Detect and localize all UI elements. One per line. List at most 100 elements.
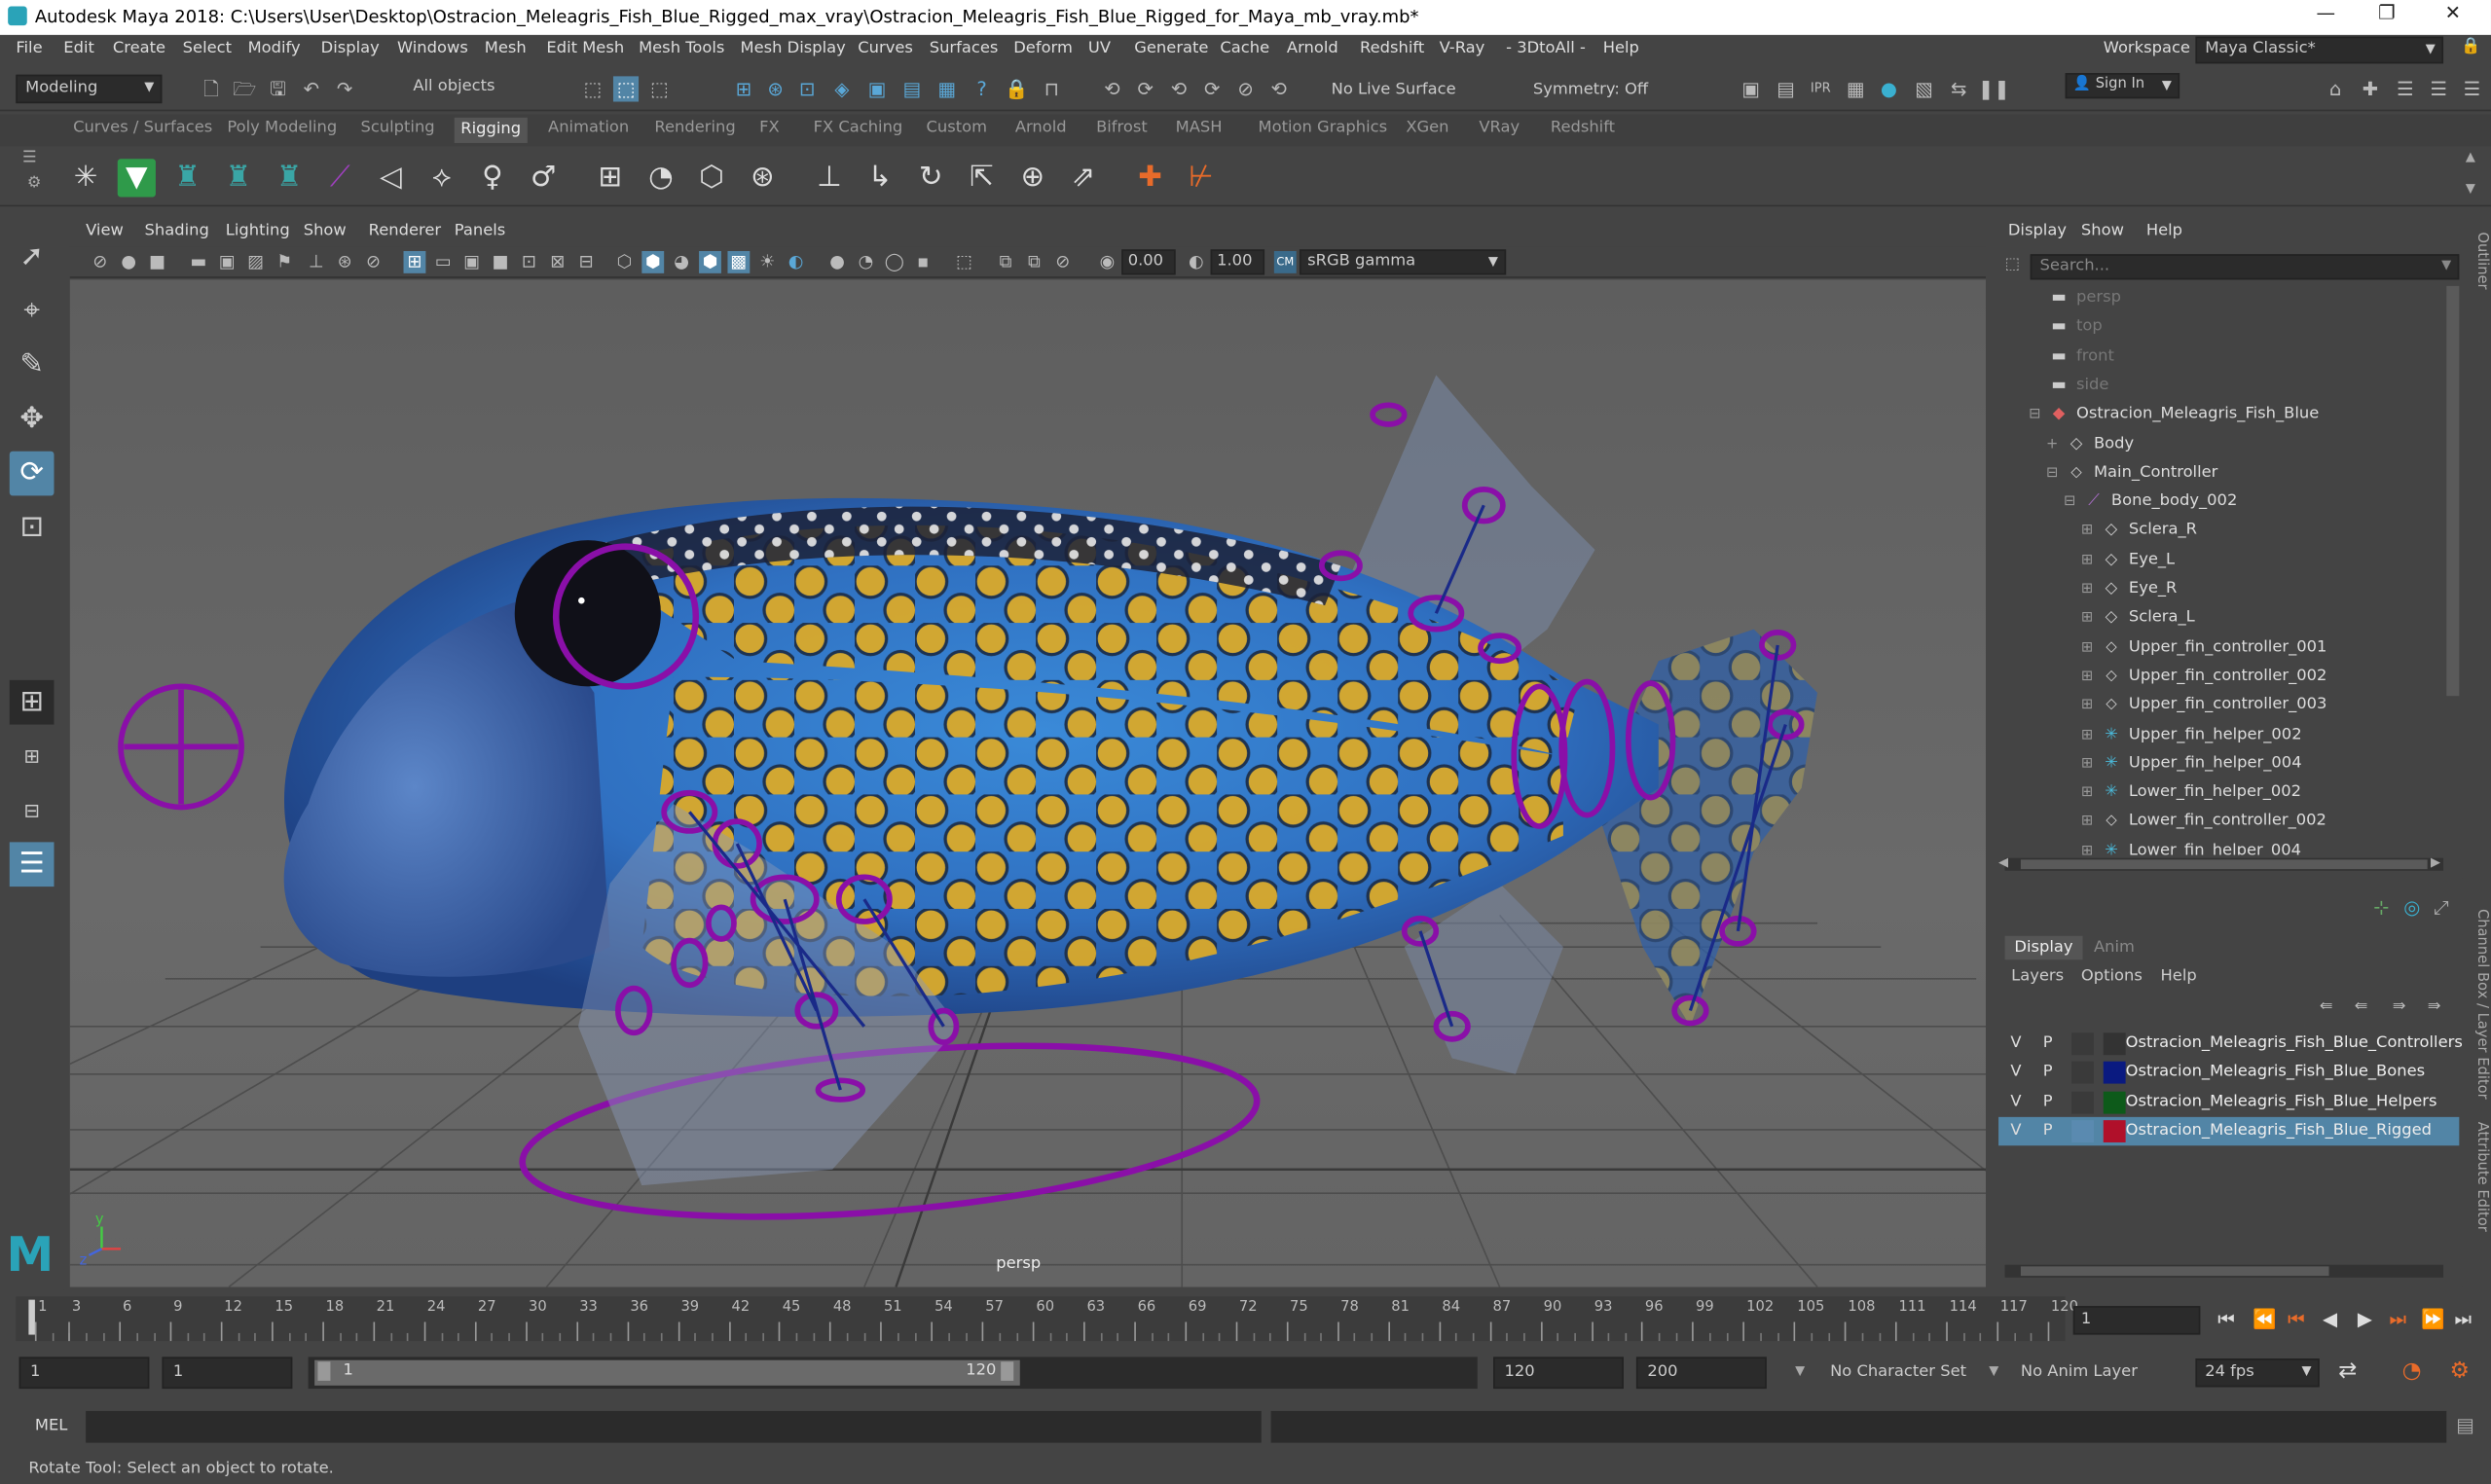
menu-select[interactable]: Select [183,40,232,57]
menu-surfaces[interactable]: Surfaces [930,40,999,57]
outliner-item[interactable]: ⊟ ⟋ Bone_body_002 [2064,492,2237,521]
ik-handle-icon[interactable]: ◁ [372,159,410,197]
redo-icon[interactable]: ↷ [332,76,357,101]
ipr-render-icon[interactable]: IPR [1808,76,1833,101]
expand-toggle-icon[interactable]: ⊞ [2081,814,2101,830]
gamma-icon[interactable]: ◐ [1185,251,1207,273]
play-forward-icon[interactable]: ▶ [2358,1308,2372,1330]
layer-tool-icon[interactable]: ⊹ [2373,896,2389,919]
mel-label[interactable]: MEL [35,1417,68,1434]
orient-constraint-icon[interactable]: ↻ [912,159,950,197]
layer-refresh-icon[interactable]: ◎ [2403,896,2420,919]
anim-layer-dropdown-icon[interactable]: ▼ [1989,1363,1998,1378]
shelf-tab-motion-graphics[interactable]: Motion Graphics [1259,119,1388,136]
outliner-item[interactable]: ⊞ ⬦ Lower_fin_controller_002 [2081,813,2326,841]
character-shelf-icon[interactable]: ♜ [270,159,308,197]
select-tool-icon[interactable]: ➚ [10,235,55,280]
perspective-viewport[interactable]: y z persp [69,279,1987,1287]
shelf-settings-icon[interactable]: ⚙ [27,175,42,193]
point-constraint-icon[interactable]: ⊥ [810,159,848,197]
menu-uv[interactable]: UV [1088,40,1111,57]
expand-toggle-icon[interactable]: ⊞ [2081,639,2101,655]
side-tab-outliner[interactable]: Outliner [2467,232,2489,289]
image-plane-icon[interactable]: ▨ [244,251,267,273]
outliner-item[interactable]: ⊞ ✳ Upper_fin_helper_002 [2081,725,2302,753]
save-scene-icon[interactable]: 🖫 [266,76,291,101]
mel-input[interactable] [86,1410,1262,1443]
render-sequence-icon[interactable]: ⇆ [1946,76,1971,101]
shelf-tab-custom[interactable]: Custom [926,119,987,136]
shelf-menu-icon[interactable]: ☰ [22,149,37,166]
vp-menu-lighting[interactable]: Lighting [226,223,290,240]
bookmark-flag-icon[interactable]: ⚑ [274,251,296,273]
menu-help[interactable]: Help [1603,40,1639,57]
vp-menu-shading[interactable]: Shading [145,223,209,240]
symmetry-label[interactable]: Symmetry: Off [1533,81,1648,98]
shelf-tab-poly-modeling[interactable]: Poly Modeling [227,119,337,136]
shelf-tab-bifrost[interactable]: Bifrost [1096,119,1148,136]
new-layer-icon[interactable]: ⇛ [2393,997,2406,1015]
create-joint-icon[interactable]: ⟋ [321,159,359,197]
color-management-icon[interactable]: CM [1273,250,1297,273]
outliner-item[interactable]: ▬ side [2029,377,2108,405]
single-perspective-icon[interactable]: ⊞ [9,679,55,725]
step-forward-key-icon[interactable]: ⏭ [2390,1308,2407,1331]
layer-type-slot[interactable] [2071,1062,2094,1085]
menu-edit[interactable]: Edit [63,40,94,57]
custom-rig-icon[interactable]: ⊬ [1182,159,1220,197]
isolate-select-icon[interactable]: ● [826,251,849,273]
film-gate-icon[interactable]: ▬ [188,251,210,273]
layer-visibility-toggle[interactable]: V [2005,1122,2028,1140]
outliner-item[interactable]: ⊟ ⬦ Main_Controller [2046,463,2217,491]
playback-end-field[interactable]: 120 [1493,1357,1624,1390]
shelf-tab-animation[interactable]: Animation [548,119,629,136]
color-space-dropdown[interactable]: sRGB gamma ▼ [1299,249,1507,275]
outliner-item[interactable]: ⊞ ✳ Upper_fin_helper_004 [2081,754,2302,782]
select-camera-icon[interactable]: ⊘ [89,251,111,273]
menu-generate[interactable]: Generate [1134,40,1208,57]
frame-all-icon[interactable]: ⧉ [995,251,1017,273]
expand-toggle-icon[interactable]: ⊟ [2029,407,2048,422]
xray-joints-icon[interactable]: ◯ [883,251,905,273]
select-mask-dropdown[interactable]: All objects [405,75,548,103]
layer-type-slot[interactable] [2071,1032,2094,1056]
menu-3dtoall[interactable]: - 3DtoAll - [1506,40,1586,57]
shelf-scroll-down-icon[interactable]: ▼ [2466,181,2475,196]
wireframe-icon[interactable]: ▣ [460,251,483,273]
rotate-tool-icon[interactable]: ⟳ [9,451,55,496]
outliner-menu-help[interactable]: Help [2146,223,2182,240]
vp-menu-panels[interactable]: Panels [455,223,506,240]
vp-menu-renderer[interactable]: Renderer [369,223,442,240]
outliner-hscrollbar[interactable] [2004,857,2444,871]
wire-on-shaded-icon[interactable]: ⊡ [518,251,540,273]
outliner-item[interactable]: ⊞ ◇ Sclera_L [2081,609,2195,637]
scroll-left-icon[interactable]: ◀ [1998,854,2008,869]
expand-toggle-icon[interactable]: ⊞ [2081,727,2101,742]
menu-set-dropdown[interactable]: Modeling ▼ [16,74,163,104]
layer-color-swatch[interactable] [2103,1062,2126,1085]
layer-menu-options[interactable]: Options [2081,967,2143,985]
human-ik-shelf-icon[interactable]: ♜ [168,159,206,197]
two-view-icon[interactable]: ⊟ [10,788,55,833]
workspace-dropdown[interactable]: Maya Classic* ▼ [2195,36,2444,64]
wire-icon[interactable]: ⊛ [744,159,782,197]
lasso-tool-icon[interactable]: ⌖ [10,289,55,334]
new-scene-icon[interactable]: 🗋 [199,76,224,101]
parent-constraint-icon[interactable]: ⊕ [1013,159,1051,197]
move-tool-icon[interactable]: ✥ [10,397,55,442]
menu-file[interactable]: File [16,40,42,57]
snap-point-icon[interactable]: ⊡ [794,76,820,101]
expand-toggle-icon[interactable]: + [2046,436,2066,452]
construction-history-icon[interactable]: ⟳ [1133,76,1158,101]
quick-rig-shelf-icon[interactable]: ▼ [117,159,156,198]
outliner-item[interactable]: ▬ persp [2029,289,2121,317]
range-handle-end[interactable] [1001,1361,1014,1381]
lock-icon[interactable]: 🔒 [2461,38,2480,55]
select-hierarchy-icon[interactable]: ⬚ [580,76,605,101]
outliner-item[interactable]: ⊞ ◇ Eye_R [2081,580,2177,608]
shelf-tab-mash[interactable]: MASH [1176,119,1223,136]
gamma-field[interactable]: 1.00 [1210,249,1265,275]
layer-options-icon[interactable]: ⤢ [2434,896,2449,920]
vp-menu-view[interactable]: View [86,223,124,240]
layer-menu-help[interactable]: Help [2161,967,2197,985]
